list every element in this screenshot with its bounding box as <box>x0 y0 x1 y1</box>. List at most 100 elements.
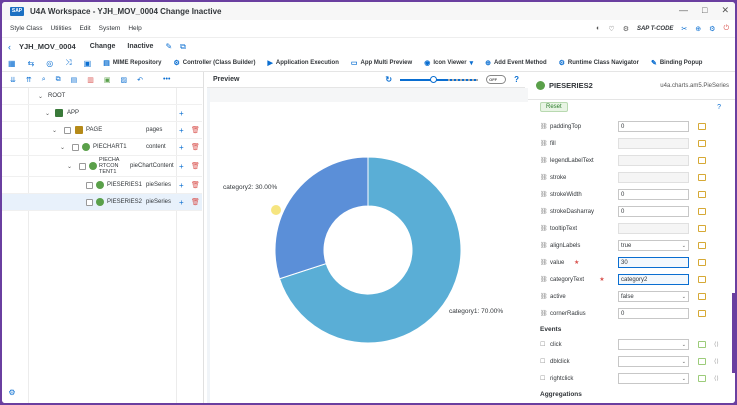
tree-checkbox[interactable] <box>64 126 71 134</box>
maximize-icon[interactable]: □ <box>702 5 707 16</box>
binding-icon[interactable] <box>698 310 706 317</box>
target-icon[interactable]: ◎ <box>46 59 53 68</box>
chevron-down-icon[interactable]: ⌄ <box>682 359 686 365</box>
code-icon[interactable]: ⟨⟩ <box>714 341 719 348</box>
scrollbar[interactable] <box>732 293 735 373</box>
tree-row-piechartcontent1[interactable]: ⌄ PIECHA RTCON TENT1 pieChartContent + 🗑 <box>2 156 202 177</box>
tools-icon[interactable]: ✂ <box>681 25 687 33</box>
expand-all-icon[interactable]: ⇊ <box>10 76 16 84</box>
property-value-field[interactable] <box>618 172 689 183</box>
add-icon[interactable]: + <box>179 162 184 171</box>
reset-button[interactable]: Reset <box>540 102 568 112</box>
menu-utilities[interactable]: Utilities <box>51 25 72 32</box>
zoom-slider[interactable] <box>400 75 479 83</box>
tree-checkbox[interactable] <box>86 198 93 206</box>
shuffle-icon[interactable]: ⤨ <box>65 58 71 68</box>
help-icon[interactable]: ? <box>514 75 519 84</box>
icon-viewer-button[interactable]: ◉ Icon Viewer ▾ <box>424 59 473 67</box>
mime-repository-button[interactable]: ▤ MIME Repository <box>103 59 161 67</box>
event-edit-icon[interactable] <box>698 375 706 382</box>
tcode-label[interactable]: SAP T-CODE <box>637 26 673 32</box>
zoom-icon[interactable]: ⊕ <box>695 25 701 33</box>
delete-icon[interactable]: 🗑 <box>191 198 200 206</box>
back-icon[interactable]: ‹ <box>8 42 11 52</box>
chevron-down-icon[interactable]: ⌄ <box>38 93 43 100</box>
property-value-field[interactable]: 0 <box>618 206 689 217</box>
chevron-down-icon[interactable]: ⌄ <box>67 163 72 170</box>
edit-link-icon[interactable]: ✎ <box>165 42 172 51</box>
add-icon[interactable]: + <box>179 181 184 190</box>
binding-icon[interactable] <box>698 191 706 198</box>
binding-icon[interactable] <box>698 259 706 266</box>
move-icon[interactable]: ▣ <box>104 76 111 84</box>
chevron-down-icon[interactable]: ⌄ <box>682 243 686 249</box>
binding-icon[interactable]: ⇆ <box>28 59 35 68</box>
delete-icon[interactable]: 🗑 <box>191 126 200 134</box>
event-checkbox[interactable]: ☐ <box>540 375 545 382</box>
tree-row-root[interactable]: ⌄ ROOT <box>2 88 202 105</box>
event-method-select[interactable]: ⌄ <box>618 373 689 384</box>
slider-handle[interactable] <box>430 75 438 83</box>
tree-row-pieseries2[interactable]: PIESERIES2 pieSeries + 🗑 <box>2 194 202 211</box>
collapse-all-icon[interactable]: ⇈ <box>26 76 32 84</box>
refresh-icon[interactable]: ↻ <box>385 75 392 84</box>
controller-button[interactable]: ⚙ Controller (Class Builder) <box>174 59 256 67</box>
power-icon[interactable]: ⏻ <box>723 25 729 33</box>
tree-checkbox[interactable] <box>86 181 93 189</box>
chevron-down-icon[interactable]: ⌄ <box>682 294 686 300</box>
add-icon[interactable]: + <box>179 109 184 118</box>
search-icon[interactable]: ⌕ <box>42 76 46 84</box>
binding-icon[interactable] <box>698 208 706 215</box>
add-icon[interactable]: + <box>179 126 184 135</box>
tree-row-pieseries1[interactable]: PIESERIES1 pieSeries + 🗑 <box>2 177 202 194</box>
event-checkbox[interactable]: ☐ <box>540 341 545 348</box>
menu-system[interactable]: System <box>99 25 121 32</box>
chevron-down-icon[interactable]: ⌄ <box>60 144 65 151</box>
chevron-down-icon[interactable]: ⌄ <box>52 127 57 134</box>
command-icon[interactable]: ⚙ <box>623 25 629 33</box>
multi-preview-button[interactable]: ▭ App Multi Preview <box>351 59 412 67</box>
binding-icon[interactable] <box>698 123 706 130</box>
event-method-select[interactable]: ⌄ <box>618 356 689 367</box>
pie-slice-category2[interactable] <box>274 156 369 280</box>
minimize-icon[interactable]: — <box>679 5 688 16</box>
menu-style-class[interactable]: Style Class <box>10 25 43 32</box>
preview-toggle[interactable]: OFF <box>486 75 507 84</box>
close-icon[interactable]: ✕ <box>721 5 729 16</box>
binding-icon[interactable] <box>698 174 706 181</box>
property-value-field[interactable]: 0 <box>618 189 689 200</box>
favorite-icon[interactable]: ♡ <box>608 25 614 33</box>
menu-help[interactable]: Help <box>128 25 141 32</box>
add-event-method-button[interactable]: ⊕ Add Event Method <box>485 59 547 67</box>
property-value-field[interactable]: true ⌄ <box>618 240 689 251</box>
settings-icon[interactable]: ⚙ <box>709 25 715 33</box>
binding-icon[interactable] <box>698 225 706 232</box>
delete-icon[interactable]: ▥ <box>87 76 94 84</box>
delete-icon[interactable]: 🗑 <box>191 181 200 189</box>
binding-icon[interactable] <box>698 293 706 300</box>
tree-row-page[interactable]: ⌄ PAGE pages + 🗑 <box>2 122 202 139</box>
tree-row-app[interactable]: ⌄ APP + <box>2 105 202 122</box>
event-edit-icon[interactable] <box>698 358 706 365</box>
save-icon[interactable]: ▣ <box>84 59 92 68</box>
event-checkbox[interactable]: ☐ <box>540 358 545 365</box>
undo-icon[interactable]: ↶ <box>137 76 143 84</box>
binding-popup-button[interactable]: ✎ Binding Popup <box>651 59 703 67</box>
delete-icon[interactable]: 🗑 <box>191 143 200 151</box>
wizard-icon[interactable]: ▨ <box>121 76 128 84</box>
code-icon[interactable]: ⟨⟩ <box>714 375 719 382</box>
property-value-field[interactable]: 0 <box>618 121 689 132</box>
paste-icon[interactable]: ▤ <box>71 76 78 84</box>
code-icon[interactable]: ⟨⟩ <box>714 358 719 365</box>
menu-edit[interactable]: Edit <box>79 25 90 32</box>
property-value-field[interactable] <box>618 223 689 234</box>
property-value-field[interactable] <box>618 155 689 166</box>
property-value-field[interactable]: false ⌄ <box>618 291 689 302</box>
more-icon[interactable]: ••• <box>163 76 170 83</box>
settings-icon[interactable]: ⚙ <box>2 382 22 402</box>
tree-row-piechart1[interactable]: ⌄ PIECHART1 content + 🗑 <box>2 139 202 156</box>
delete-icon[interactable]: 🗑 <box>191 162 200 170</box>
layout-icon[interactable]: ▦ <box>8 59 16 68</box>
chevron-down-icon[interactable]: ⌄ <box>45 110 50 117</box>
property-value-field[interactable]: category2 <box>618 274 689 285</box>
